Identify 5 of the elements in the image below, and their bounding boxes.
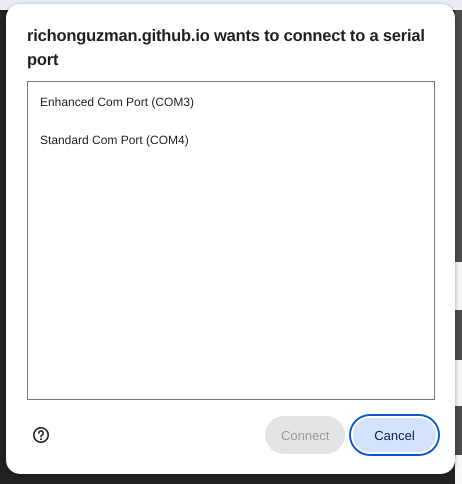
port-item[interactable]: Standard Com Port (COM4) [28,129,434,167]
help-icon[interactable] [32,426,50,444]
dialog-title: richonguzman.github.io wants to connect to a serial port [27,26,426,71]
cancel-button[interactable]: Cancel [351,416,438,454]
port-item[interactable]: Enhanced Com Port (COM3) [28,91,434,129]
